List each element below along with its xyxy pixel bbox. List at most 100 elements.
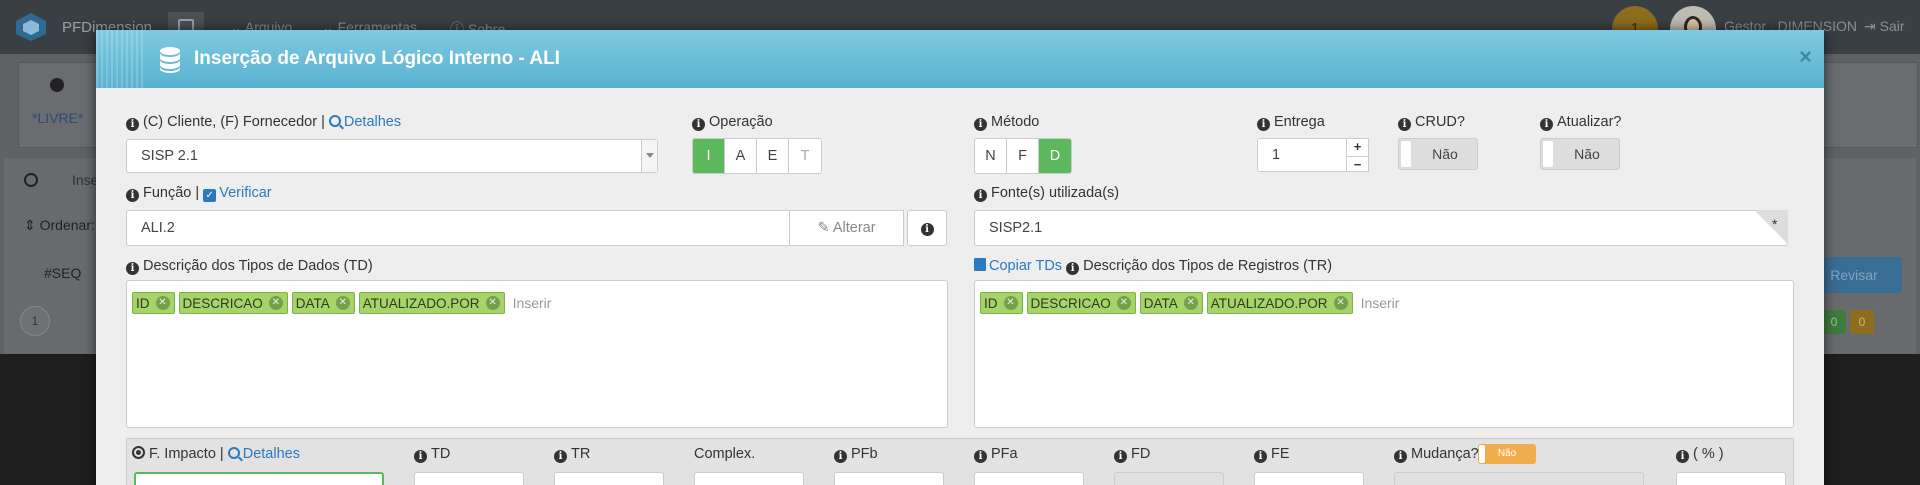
info-icon: i (1066, 262, 1080, 275)
info-icon: i (126, 118, 139, 131)
pfb-input[interactable] (834, 472, 944, 485)
verificar-checkbox[interactable]: ✓ Verificar (203, 185, 272, 202)
tag-label: ID (984, 295, 998, 311)
operacao-option-i[interactable]: I (693, 139, 725, 173)
td-count-text: TD (431, 446, 451, 462)
crud-label-text: CRUD? (1415, 114, 1465, 130)
td-tag: ID ✕ (132, 292, 175, 314)
fd-label: i FD (1114, 446, 1150, 463)
checkbox-checked-icon: ✓ (203, 189, 217, 202)
fonte-input[interactable]: SISP2.1 (974, 210, 1788, 246)
operacao-label-text: Operação (709, 114, 773, 130)
remove-tag-icon[interactable]: ✕ (335, 296, 350, 310)
asterisk-icon: * (1772, 216, 1778, 232)
info-icon: i (1114, 450, 1127, 463)
alterar-button[interactable]: ✎ Alterar (789, 210, 904, 246)
td-tag-placeholder[interactable]: Inserir (513, 295, 552, 311)
fd-input[interactable] (1114, 472, 1224, 485)
crud-toggle[interactable]: Não (1398, 138, 1478, 170)
remove-tag-icon[interactable]: ✕ (268, 296, 283, 310)
tr-label: Copiar TDs i Descrição dos Tipos de Regis… (974, 258, 1332, 275)
entrega-label: i Entrega (1257, 114, 1325, 131)
copiar-tds-link[interactable]: Copiar TDs (974, 258, 1062, 274)
metodo-option-d[interactable]: D (1039, 139, 1071, 173)
remove-tag-icon[interactable]: ✕ (1183, 296, 1198, 310)
operacao-option-t[interactable]: T (789, 139, 821, 173)
info-icon: i (126, 189, 139, 202)
info-icon: i (974, 189, 987, 202)
metodo-option-n[interactable]: N (975, 139, 1007, 173)
remove-tag-icon[interactable]: ✕ (1116, 296, 1131, 310)
atualizar-label-text: Atualizar? (1557, 114, 1622, 130)
metodo-toggle: N F D (974, 138, 1072, 174)
atualizar-toggle[interactable]: Não (1540, 138, 1620, 170)
funcao-info-button[interactable]: i (907, 210, 947, 246)
fe-input[interactable] (1254, 472, 1364, 485)
mudanca-text: Mudança? (1411, 446, 1479, 462)
logout-label: Sair (1879, 18, 1905, 34)
impacto-label: F. Impacto | Detalhes (132, 446, 300, 462)
pfa-label: i PFa (974, 446, 1018, 463)
mudanca-toggle[interactable]: Não (1478, 444, 1536, 464)
cliente-select-value: SISP 2.1 (141, 148, 198, 164)
remove-tag-icon[interactable]: ✕ (1333, 296, 1348, 310)
detalhes-link[interactable]: Detalhes (328, 114, 401, 130)
close-icon[interactable]: × (1799, 44, 1812, 70)
info-icon: i (1254, 450, 1267, 463)
operacao-option-a[interactable]: A (725, 139, 757, 173)
tag-label: ID (136, 295, 150, 311)
info-icon: i (1398, 118, 1411, 131)
remove-tag-icon[interactable]: ✕ (1003, 296, 1018, 310)
tr-tag-input[interactable]: ID ✕ DESCRICAO ✕ DATA ✕ ATUALIZADO.POR ✕ Ins… (974, 280, 1794, 428)
entrega-input[interactable]: 1 (1257, 138, 1347, 172)
tr-tag-placeholder[interactable]: Inserir (1361, 295, 1400, 311)
operacao-option-e[interactable]: E (757, 139, 789, 173)
info-icon (50, 78, 64, 92)
tag-label: DATA (1143, 295, 1178, 311)
edit-icon: ✎ (817, 220, 830, 236)
chevron-down-icon (641, 140, 657, 172)
tab-livre[interactable]: *LIVRE* (32, 110, 83, 126)
row-number[interactable]: 1 (20, 306, 50, 336)
td-tag-list: ID ✕ DESCRICAO ✕ DATA ✕ ATUALIZADO.POR ✕ Ins… (132, 292, 551, 314)
tag-label: DESCRICAO (1030, 295, 1111, 311)
decrement-button[interactable]: − (1347, 156, 1368, 173)
tr-tag: DESCRICAO ✕ (1026, 292, 1136, 314)
radio-icon[interactable] (24, 173, 38, 187)
percent-label: i ( % ) (1676, 446, 1724, 463)
td-tag: DATA ✕ (291, 292, 355, 314)
radio-icon (132, 446, 145, 459)
td-tag: DESCRICAO ✕ (178, 292, 288, 314)
remove-tag-icon[interactable]: ✕ (155, 296, 170, 310)
info-icon: i (1257, 118, 1270, 131)
search-icon (227, 447, 240, 459)
tr-count-input[interactable] (554, 472, 664, 485)
impacto-detalhes-link[interactable]: Detalhes (227, 446, 300, 462)
impacto-select[interactable] (134, 472, 384, 485)
alterar-text: Alterar (832, 220, 876, 236)
td-label: i Descrição dos Tipos de Dados (TD) (126, 258, 373, 275)
info-icon: i (920, 223, 934, 236)
mudanca-select[interactable] (1394, 472, 1644, 485)
tag-label: ATUALIZADO.POR (362, 295, 480, 311)
pfa-text: PFa (991, 446, 1018, 462)
tr-tag-list: ID ✕ DESCRICAO ✕ DATA ✕ ATUALIZADO.POR ✕ Ins… (980, 292, 1399, 314)
entrega-stepper: + − (1347, 138, 1369, 172)
metodo-option-f[interactable]: F (1007, 139, 1039, 173)
remove-tag-icon[interactable]: ✕ (485, 296, 500, 310)
logout-button[interactable]: ⇥ Sair (1864, 18, 1905, 35)
percent-input[interactable] (1676, 472, 1786, 485)
verificar-text: Verificar (219, 185, 272, 201)
tr-count-text: TR (571, 446, 591, 462)
info-icon: i (1394, 450, 1407, 463)
funcao-input[interactable]: ALI.2 (126, 210, 790, 246)
pfa-input[interactable] (974, 472, 1084, 485)
td-count-input[interactable] (414, 472, 524, 485)
increment-button[interactable]: + (1347, 139, 1368, 156)
info-icon: i (974, 450, 987, 463)
cliente-select[interactable]: SISP 2.1 (126, 139, 658, 173)
info-icon: i (1540, 118, 1553, 131)
td-tag-input[interactable]: ID ✕ DESCRICAO ✕ DATA ✕ ATUALIZADO.POR ✕ Ins… (126, 280, 948, 428)
complex-input[interactable] (694, 472, 804, 485)
crud-label: i CRUD? (1398, 114, 1465, 131)
